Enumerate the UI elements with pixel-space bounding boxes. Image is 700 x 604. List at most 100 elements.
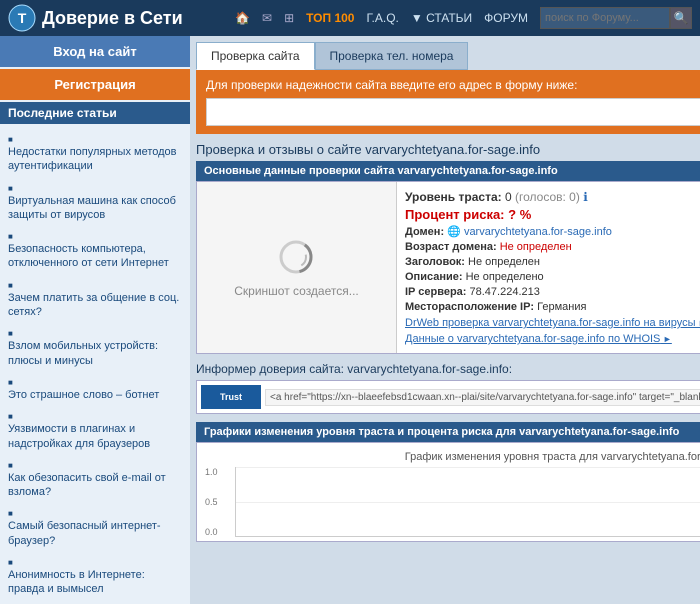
sidebar-article-item: Анонимность в Интернете: правда и вымысе… xyxy=(0,551,190,600)
tab-bar: Проверка сайта Проверка тел. номера xyxy=(196,42,700,70)
trust-info-icon: ℹ xyxy=(583,190,588,204)
site-info: Проверка и отзывы о сайте varvarychtetya… xyxy=(196,142,700,354)
whois-link[interactable]: Данные о varvarychtetyana.for-sage.info … xyxy=(405,333,700,345)
age-value: Не определен xyxy=(500,241,572,253)
grid-icon[interactable]: ⊞ xyxy=(284,11,294,25)
age-row: Возраст домена: Не определен xyxy=(405,241,700,253)
chart-area: График изменения уровня траста для varva… xyxy=(196,442,700,542)
header: Т Доверие в Сети 🏠 ✉ ⊞ ТОП 100 Г.А.Q. ▼ … xyxy=(0,0,700,36)
chart-header: Графики изменения уровня траста и процен… xyxy=(196,422,700,442)
percent-risk-label: Процент риска: xyxy=(405,207,505,222)
register-button[interactable]: Регистрация xyxy=(0,69,190,100)
site-info-header: Проверка и отзывы о сайте varvarychtetya… xyxy=(196,142,700,157)
sidebar-article-link[interactable]: Самый безопасный интернет-браузер? xyxy=(8,519,182,548)
search-button[interactable]: 🔍 xyxy=(670,7,692,29)
check-form: Для проверки надежности сайта введите ег… xyxy=(196,70,700,134)
domain-label: Домен: xyxy=(405,226,444,238)
check-form-prompt: Для проверки надежности сайта введите ег… xyxy=(206,78,700,92)
informer-section: Информер доверия сайта: varvarychtetyana… xyxy=(196,362,700,414)
informer-logo-text: Trust xyxy=(220,392,242,402)
sidebar-article-item: Уязвимости в плагинах и надстройках для … xyxy=(0,405,190,454)
site-url-input[interactable] xyxy=(206,98,700,126)
svg-text:Т: Т xyxy=(18,10,27,26)
location-value: Германия xyxy=(537,301,586,313)
percent-risk-row: Процент риска: ? % xyxy=(405,207,700,222)
nav-forum[interactable]: ФОРУМ xyxy=(484,11,528,25)
sidebar-article-item: Самый безопасный интернет-браузер? xyxy=(0,502,190,551)
title-row: Заголовок: Не определен xyxy=(405,256,700,268)
site-details: ? Уровень траста: 0 (голосов: 0) ℹ Проце… xyxy=(397,182,700,353)
tab-check-phone[interactable]: Проверка тел. номера xyxy=(315,42,469,70)
search-input[interactable] xyxy=(540,7,670,29)
sidebar-article-item: Недостатки популярных методов аутентифик… xyxy=(0,128,190,177)
domain-icon: 🌐 xyxy=(447,226,464,238)
header-search: 🔍 xyxy=(540,7,692,29)
logo: Т Доверие в Сети xyxy=(8,4,183,32)
home-icon[interactable]: 🏠 xyxy=(235,11,250,25)
sidebar-article-item: Как обезопасить свой e-mail от взлома? xyxy=(0,454,190,503)
chart-svg xyxy=(236,467,700,536)
nav-articles[interactable]: ▼ СТАТЬИ xyxy=(411,11,472,25)
sidebar-articles: Недостатки популярных методов аутентифик… xyxy=(0,124,190,604)
sidebar-article-link[interactable]: Анонимность в Интернете: правда и вымысе… xyxy=(8,568,182,597)
sidebar-recent-title: Последние статьи xyxy=(0,102,190,124)
chart-body: 1.0 0.5 0.0 xyxy=(205,467,700,537)
tab-check-site[interactable]: Проверка сайта xyxy=(196,42,315,70)
informer-label: Информер доверия сайта: varvarychtetyana… xyxy=(196,362,700,376)
sidebar-article-link[interactable]: Виртуальная машина как способ защиты от … xyxy=(8,194,182,223)
percent-risk-value: ? % xyxy=(508,207,531,222)
chart-y-label-mid: 0.5 xyxy=(205,497,231,507)
nav-faq[interactable]: Г.А.Q. xyxy=(366,11,398,25)
layout: Вход на сайт Регистрация Последние стать… xyxy=(0,36,700,604)
site-data-panel: Скриншот создается... ? Уровень траста: … xyxy=(196,181,700,354)
nav-top100[interactable]: ТОП 100 xyxy=(306,11,354,25)
screenshot-placeholder: Скриншот создается... xyxy=(234,237,359,298)
trust-level-label: Уровень траста: xyxy=(405,190,502,204)
location-row: Месторасположение IP: Германия xyxy=(405,301,700,313)
sidebar-article-link[interactable]: Взлом мобильных устройств: плюсы и минус… xyxy=(8,339,182,368)
location-label: Месторасположение IP: xyxy=(405,301,534,313)
sidebar-article-link[interactable]: Как обезопасить свой e-mail от взлома? xyxy=(8,471,182,500)
sidebar-article-item: Взлом мобильных устройств: плюсы и минус… xyxy=(0,322,190,371)
ip-row: IP сервера: 78.47.224.213 xyxy=(405,286,700,298)
description-row: Описание: Не определено xyxy=(405,271,700,283)
loading-spinner-icon xyxy=(276,237,316,277)
age-label: Возраст домена: xyxy=(405,241,497,253)
ip-label: IP сервера: xyxy=(405,286,466,298)
mail-icon[interactable]: ✉ xyxy=(262,11,272,25)
login-button[interactable]: Вход на сайт xyxy=(0,36,190,67)
sidebar-article-item: Это страшное слово – ботнет xyxy=(0,371,190,405)
ip-value: 78.47.224.213 xyxy=(470,286,540,298)
informer-logo: Trust xyxy=(201,385,261,409)
chart-section: Графики изменения уровня траста и процен… xyxy=(196,422,700,542)
description-value: Не определено xyxy=(466,271,544,283)
title-label: Заголовок: xyxy=(405,256,465,268)
check-input-row: ПРОВЕРКА САЙТА xyxy=(206,98,700,126)
sidebar-article-item: Виртуальная машина как способ защиты от … xyxy=(0,177,190,226)
chart-y-axis: 1.0 0.5 0.0 xyxy=(205,467,235,537)
sidebar-article-link[interactable]: Безопасность компьютера, отключенного от… xyxy=(8,242,182,271)
sidebar-article-link[interactable]: Уязвимости в плагинах и надстройках для … xyxy=(8,422,182,451)
trust-level-value: 0 xyxy=(505,190,512,204)
trust-votes: (голосов: 0) xyxy=(515,190,580,204)
chart-y-label-top: 1.0 xyxy=(205,467,231,477)
chart-inner-title: График изменения уровня траста для varva… xyxy=(205,451,700,463)
site-title: Доверие в Сети xyxy=(42,8,183,29)
sidebar-article-link[interactable]: Зачем платить за общение в соц. сетях? xyxy=(8,291,182,320)
sidebar-article-link[interactable]: Недостатки популярных методов аутентифик… xyxy=(8,145,182,174)
domain-row: Домен: 🌐 varvarychtetyana.for-sage.info xyxy=(405,225,700,238)
main-content: Проверка сайта Проверка тел. номера Для … xyxy=(190,36,700,604)
informer-box: Trust <a href="https://xn--blaeefebsd1cw… xyxy=(196,380,700,414)
site-data-section-title: Основные данные проверки сайта varvarych… xyxy=(196,161,700,181)
informer-code[interactable]: <a href="https://xn--blaeefebsd1cwaan.xn… xyxy=(265,389,700,406)
sidebar-article-item: Безопасность компьютера, отключенного от… xyxy=(0,225,190,274)
screenshot-area: Скриншот создается... xyxy=(197,182,397,353)
domain-value: varvarychtetyana.for-sage.info xyxy=(464,226,612,238)
logo-icon: Т xyxy=(8,4,36,32)
virus-check-link[interactable]: DrWeb проверка varvarychtetyana.for-sage… xyxy=(405,317,700,329)
title-value: Не определен xyxy=(468,256,540,268)
sidebar-article-link[interactable]: Это страшное слово – ботнет xyxy=(8,388,182,402)
description-label: Описание: xyxy=(405,271,463,283)
header-nav: 🏠 ✉ ⊞ ТОП 100 Г.А.Q. ▼ СТАТЬИ ФОРУМ 🔍 xyxy=(235,7,692,29)
sidebar: Вход на сайт Регистрация Последние стать… xyxy=(0,36,190,604)
